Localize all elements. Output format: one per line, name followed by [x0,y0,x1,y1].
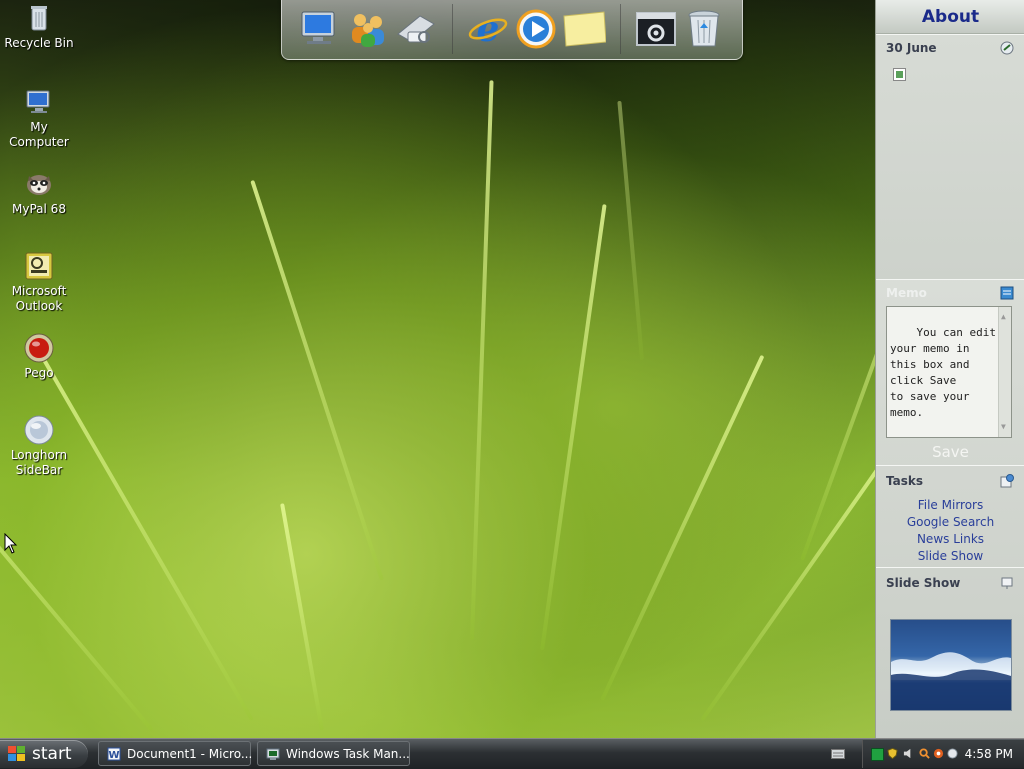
taskbar-button-document1[interactable]: W Document1 - Micro... [98,741,253,766]
sidebar-tray-icon[interactable] [947,748,958,759]
svg-text:W: W [108,750,119,761]
desktop-icon-label: MyPal 68 [12,202,66,216]
longhorn-sidebar: About 30 June Memo You can edit your mem… [875,0,1024,738]
windows-logo-icon [8,746,25,761]
start-label: start [32,744,72,764]
sidebar-title[interactable]: About [876,0,1024,34]
start-button[interactable]: start [0,740,88,768]
desktop-icon-longhorn-sidebar[interactable]: Longhorn SideBar [0,414,79,478]
grass-blade [30,337,254,721]
taskbar-button-label: Document1 - Micro... [127,747,253,761]
task-manager-icon [266,748,280,760]
quick-launch-dock: e [281,0,743,60]
dock-computer-icon[interactable] [298,8,342,50]
task-link-news-links[interactable]: News Links [876,532,1024,546]
outlook-icon [23,250,55,282]
desktop-icon-mypal[interactable]: MyPal 68 [0,168,79,217]
slideshow-image[interactable] [890,619,1012,711]
sidebar-orb-icon [23,414,55,446]
security-shield-icon[interactable] [887,748,898,759]
grass-blade [617,100,644,361]
raccoon-icon [23,168,55,200]
system-tray: 4:58 PM [862,740,1024,768]
memo-scrollbar[interactable]: ▲ ▼ [998,307,1011,437]
svg-text:e: e [477,8,500,50]
task-link-slide-show[interactable]: Slide Show [876,549,1024,563]
tasks-options-icon[interactable] [1000,474,1014,488]
messenger-icon[interactable] [933,748,944,759]
desktop-icon-my-computer[interactable]: My Computer [0,86,79,150]
dock-internet-explorer-icon[interactable]: e [466,8,510,50]
word-icon: W [107,747,121,761]
desktop-icon-label: Pego [24,366,54,380]
grass-blade [540,204,607,651]
desktop-icon-pego[interactable]: Pego [0,332,79,381]
desktop-icon-outlook[interactable]: Microsoft Outlook [0,250,79,314]
memo-textarea[interactable]: You can edit your memo in this box and c… [886,306,1012,438]
taskbar-button-task-manager[interactable]: Windows Task Man... [257,741,410,766]
calendar-options-icon[interactable] [1000,41,1014,55]
task-link-file-mirrors[interactable]: File Mirrors [876,498,1024,512]
desktop-icon-recycle-bin[interactable]: Recycle Bin [0,2,79,51]
broken-image-icon [893,68,906,81]
dock-media-player-icon[interactable] [514,8,558,50]
desktop-icon-label: Recycle Bin [4,36,74,50]
desktop-icon-label-text: Longhorn SideBar [10,448,68,477]
slideshow-options-icon[interactable] [1000,576,1014,590]
memo-save-button[interactable]: Save [876,443,1024,461]
dock-sticky-note-icon[interactable] [562,8,607,50]
grass-blade [700,440,899,722]
task-link-google-search[interactable]: Google Search [876,515,1024,529]
dock-network-printer-icon[interactable] [394,8,438,50]
dock-separator [620,4,621,54]
dock-separator [452,4,453,54]
dock-settings-window-icon[interactable] [634,8,678,50]
slideshow-tile: Slide Show [876,567,1024,738]
dock-trash-icon[interactable] [682,8,726,50]
scroll-up-icon[interactable]: ▲ [1001,309,1006,325]
slideshow-heading: Slide Show [886,576,961,590]
network-status-icon[interactable] [871,748,884,761]
desktop-icon-label: Longhorn SideBar [0,448,79,478]
desktop-icon-label: My Computer [9,120,69,149]
memo-text: You can edit your memo in this box and c… [890,326,996,419]
search-icon[interactable] [919,748,930,759]
grass-blade [470,80,494,641]
grass-blade [280,503,324,731]
tasks-tile: Tasks File Mirrors Google Search News Li… [876,465,1024,568]
computer-icon [23,86,55,118]
desktop-wallpaper [0,0,934,738]
clock[interactable]: 4:58 PM [965,747,1013,761]
keyboard-icon[interactable] [831,749,845,759]
dock-users-icon[interactable] [346,8,390,50]
desktop-icon-label-text: Microsoft Outlook [11,284,67,313]
grass-blade [250,179,384,581]
tasks-heading: Tasks [886,474,924,488]
calendar-tile: 30 June [876,34,1024,280]
recycle-bin-icon [23,2,55,34]
taskbar-button-label: Windows Task Man... [286,747,410,761]
memo-heading: Memo [886,286,927,300]
ice-wave-image [891,652,1011,710]
grass-blade [600,354,765,701]
desktop-icon-label: Microsoft Outlook [0,284,79,314]
memo-notepad-icon[interactable] [1000,286,1014,300]
taskbar: start W Document1 - Micro... Windows Tas… [0,738,1024,769]
red-orb-icon [23,332,55,364]
calendar-date: 30 June [886,41,937,55]
mouse-cursor-icon [4,533,18,554]
volume-icon[interactable] [903,748,914,759]
scroll-down-icon[interactable]: ▼ [1001,419,1006,435]
